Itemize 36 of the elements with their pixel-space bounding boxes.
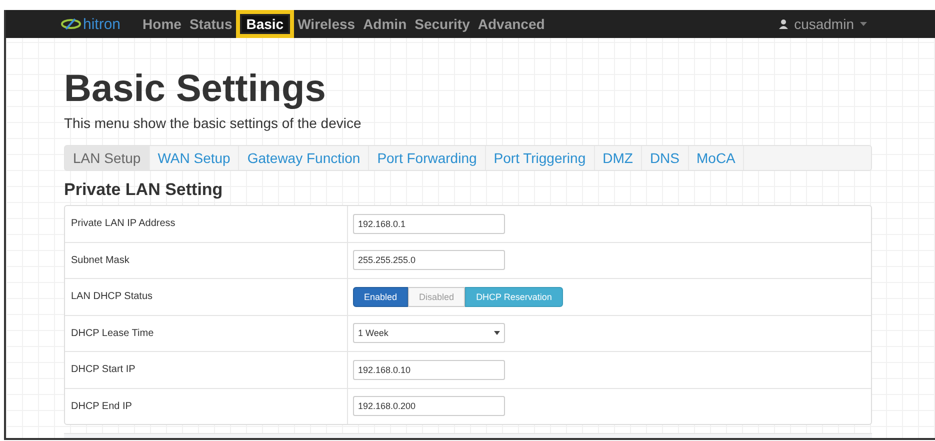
field-label: Private LAN IP Address [65, 206, 348, 242]
tab[interactable]: WAN Setup [150, 146, 240, 170]
field-label: DHCP Start IP [65, 352, 348, 388]
input-field[interactable]: 192.168.0.200 [353, 396, 505, 416]
input-field[interactable]: 192.168.0.10 [353, 360, 505, 380]
field-label: DHCP End IP [65, 388, 348, 424]
dropdown[interactable]: 1 Week [353, 323, 505, 344]
status-button[interactable]: Enabled [353, 286, 408, 307]
user-menu[interactable]: cusadmin [779, 16, 867, 32]
input-field[interactable]: 255.255.255.0 [353, 250, 505, 270]
tab[interactable]: LAN Setup [65, 146, 150, 170]
logo-text: hitron [83, 16, 121, 32]
nav-link[interactable]: Home [138, 16, 186, 32]
nav-link[interactable]: Admin [359, 16, 411, 32]
tab[interactable]: DNS [642, 146, 688, 170]
caret-icon [860, 22, 867, 26]
nav-link[interactable]: Advanced [474, 16, 549, 32]
field-label: LAN DHCP Status [65, 279, 348, 314]
user-icon [779, 19, 788, 29]
nav-link[interactable]: Security [410, 16, 474, 32]
logo-icon [61, 18, 81, 30]
tab[interactable]: Port Forwarding [369, 146, 486, 170]
nav-link[interactable]: Status [185, 16, 236, 32]
tab[interactable]: Gateway Function [239, 146, 370, 170]
tab[interactable]: DMZ [594, 146, 642, 170]
tab[interactable]: Port Triggering [486, 146, 595, 170]
input-field[interactable]: 192.168.0.1 [353, 214, 505, 234]
field-label: Subnet Mask [65, 242, 348, 278]
section-title: Private LAN Setting [64, 180, 224, 200]
page-subtitle: This menu show the basic settings of the device [64, 115, 362, 131]
caret-icon [494, 331, 500, 336]
field-label: DHCP Lease Time [65, 316, 348, 351]
nav-link[interactable]: Basic [242, 16, 288, 32]
tab[interactable]: MoCA [688, 146, 744, 170]
nav-link[interactable]: Wireless [294, 16, 360, 32]
page-title: Basic Settings [64, 68, 327, 111]
